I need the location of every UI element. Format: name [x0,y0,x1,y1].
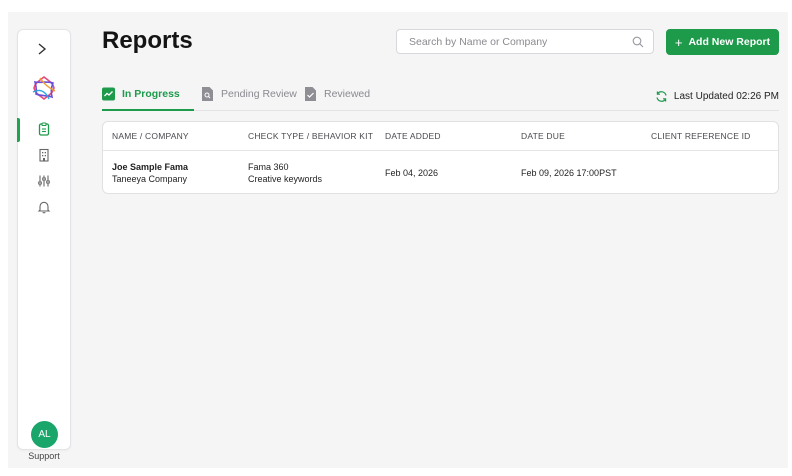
tab-in-progress[interactable]: In Progress [102,80,194,111]
row-name: Joe Sample Fama [112,162,189,172]
add-new-report-button[interactable]: + Add New Report [666,29,779,55]
sidebar: AL Support [17,29,71,461]
table-header: NAME / COMPANY CHECK TYPE / BEHAVIOR KIT… [103,122,778,151]
sidebar-item-settings[interactable] [18,170,70,192]
search-box [396,29,654,54]
avatar-initials: AL [38,429,51,440]
table-row[interactable]: Joe Sample Fama Taneeya Company Fama 360… [103,151,778,194]
column-header-date-added[interactable]: DATE ADDED [385,131,441,141]
chevron-right-icon[interactable] [37,42,47,60]
avatar[interactable]: AL [31,421,58,448]
refresh-icon[interactable] [655,90,668,103]
search-icon[interactable] [632,36,644,48]
trend-icon [102,87,115,101]
row-company: Taneeya Company [112,174,188,184]
sliders-icon [38,175,50,187]
sidebar-item-reports[interactable] [17,118,70,142]
support-link[interactable]: Support [18,451,70,461]
column-header-name-company[interactable]: NAME / COMPANY [112,131,189,141]
clipboard-icon [38,122,50,136]
tab-reviewed[interactable]: Reviewed [304,80,370,108]
app-logo-icon [31,75,57,101]
column-header-check-type[interactable]: CHECK TYPE / BEHAVIOR KIT [248,131,373,141]
tab-pending-review[interactable]: Pending Review [201,80,297,108]
reports-table: NAME / COMPANY CHECK TYPE / BEHAVIOR KIT… [102,121,779,194]
tab-label: In Progress [122,88,180,100]
page-title: Reports [102,27,193,54]
tab-label: Reviewed [324,88,371,100]
building-icon [39,148,49,162]
report-tabs: In Progress Pending Review Reviewed Last… [102,80,779,111]
sidebar-item-notifications[interactable] [18,196,70,218]
row-date-due: Feb 09, 2026 17:00PST [521,168,617,178]
sidebar-item-companies[interactable] [18,144,70,166]
row-date-added: Feb 04, 2026 [385,168,439,178]
document-search-icon [202,87,213,101]
last-updated[interactable]: Last Updated 02:26 PM [655,90,779,103]
bell-icon [37,201,51,214]
column-header-client-reference-id[interactable]: CLIENT REFERENCE ID [651,131,751,141]
column-header-date-due[interactable]: DATE DUE [521,131,565,141]
tab-label: Pending Review [221,88,297,100]
last-updated-text: Last Updated 02:26 PM [673,91,779,102]
plus-icon: + [674,34,683,50]
row-behavior-kit: Creative keywords [248,174,323,184]
search-input[interactable] [397,30,629,53]
add-new-report-label: Add New Report [688,36,771,48]
document-check-icon [305,87,316,101]
row-check-type: Fama 360 [248,162,289,172]
